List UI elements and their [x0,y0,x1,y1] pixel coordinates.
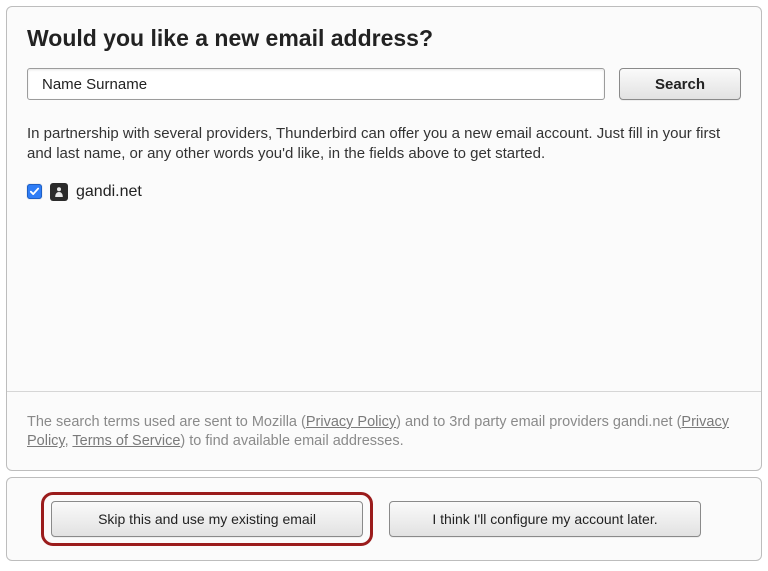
highlight-ring: Skip this and use my existing email [51,501,363,537]
gandi-logo-icon [50,183,68,201]
mozilla-privacy-link[interactable]: Privacy Policy [306,414,396,430]
search-row: Search [27,68,741,100]
gandi-tos-link[interactable]: Terms of Service [72,433,180,449]
checkmark-icon [29,186,40,197]
main-panel: Would you like a new email address? Sear… [6,6,762,471]
description-text: In partnership with several providers, T… [27,124,741,165]
dialog-window: Would you like a new email address? Sear… [0,0,768,571]
legal-middle1: ) and to 3rd party email providers gandi… [396,414,681,430]
legal-text: The search terms used are sent to Mozill… [27,413,741,452]
footer-panel: Skip this and use my existing email I th… [6,477,762,561]
divider [7,391,761,392]
skip-use-existing-button[interactable]: Skip this and use my existing email [51,501,363,537]
configure-later-button[interactable]: I think I'll configure my account later. [389,501,701,537]
provider-label: gandi.net [76,183,142,201]
page-title: Would you like a new email address? [27,25,741,52]
provider-row: gandi.net [27,183,741,201]
provider-checkbox[interactable] [27,184,42,199]
legal-suffix: ) to find available email addresses. [180,433,403,449]
name-input[interactable] [27,68,605,100]
search-button[interactable]: Search [619,68,741,100]
legal-prefix: The search terms used are sent to Mozill… [27,414,306,430]
